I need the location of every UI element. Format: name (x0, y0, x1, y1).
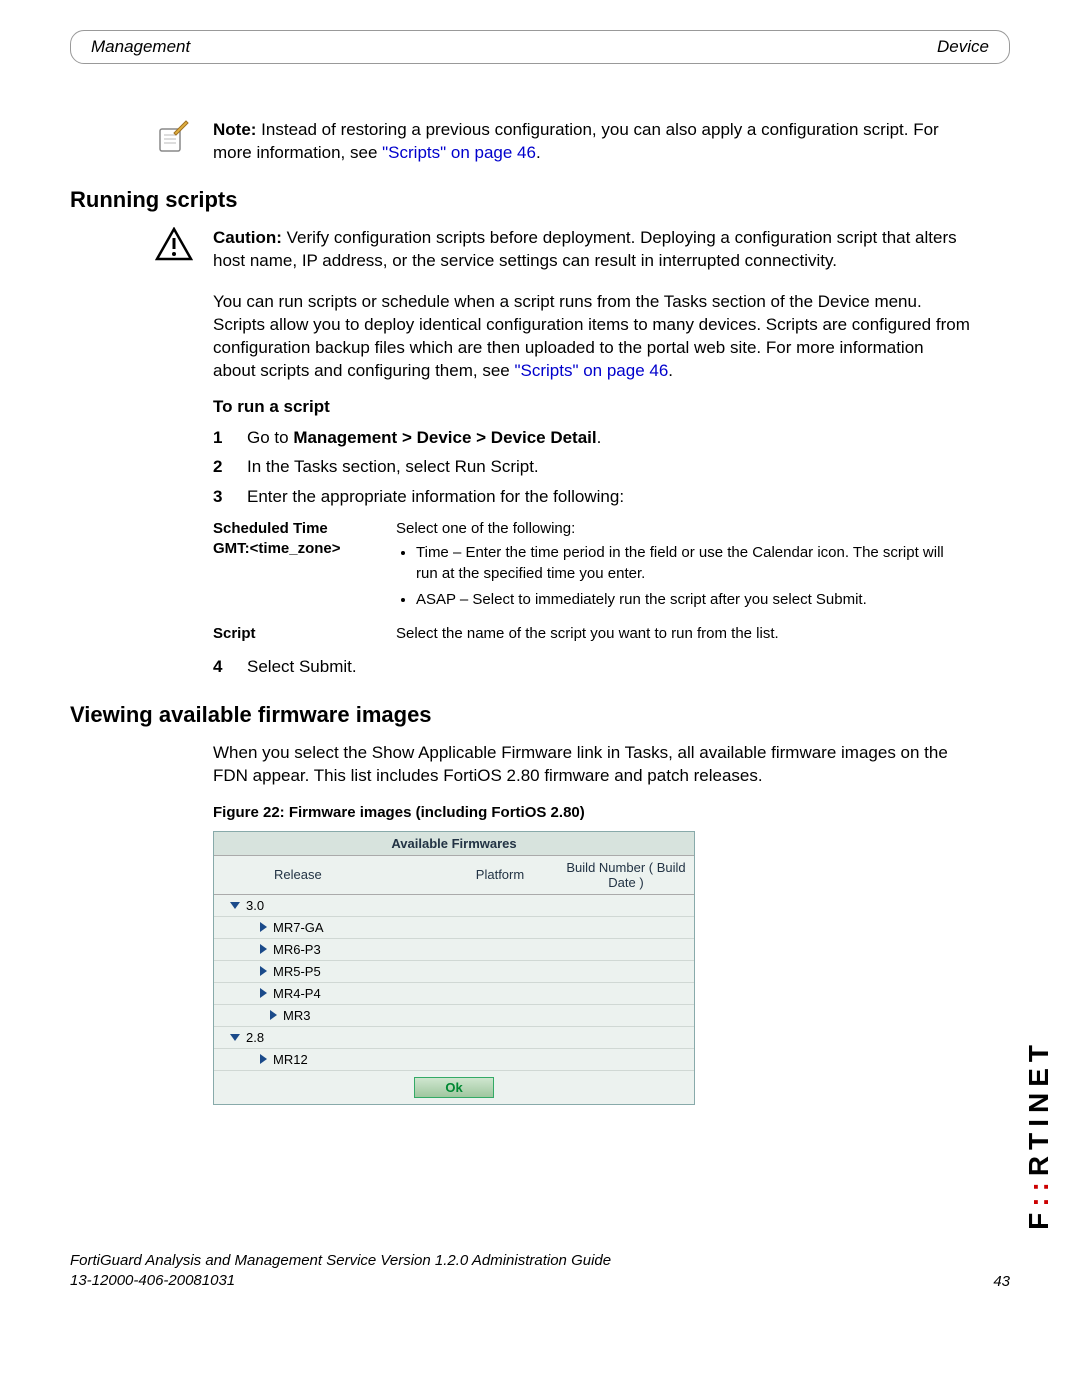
expand-icon[interactable] (270, 1010, 277, 1020)
footer-docid: 13-12000-406-20081031 (70, 1271, 611, 1291)
section-viewing-firmware: Viewing available firmware images (70, 702, 970, 728)
firmware-title: Available Firmwares (214, 832, 694, 856)
field-script-label: Script (213, 620, 396, 648)
table-row: MR12 (214, 1048, 694, 1070)
caution-label: Caution: (213, 228, 282, 247)
table-row: MR4-P4 (214, 982, 694, 1004)
note-block: Note: Instead of restoring a previous co… (155, 119, 970, 165)
header-left: Management (91, 37, 190, 57)
expand-icon[interactable] (260, 1054, 267, 1064)
step-3: Enter the appropriate information for th… (213, 484, 970, 510)
expand-icon[interactable] (230, 1034, 240, 1041)
expand-icon[interactable] (260, 988, 267, 998)
expand-icon[interactable] (260, 966, 267, 976)
table-row: MR3 (214, 1004, 694, 1026)
footer-title: FortiGuard Analysis and Management Servi… (70, 1251, 611, 1271)
caution-icon (155, 227, 193, 261)
table-row: 3.0 (214, 894, 694, 916)
ok-button[interactable]: Ok (414, 1077, 493, 1098)
step-4: Select Submit. (213, 654, 970, 680)
note-label: Note: (213, 120, 256, 139)
note-link[interactable]: "Scripts" on page 46 (382, 143, 536, 162)
col-build: Build Number ( Build Date ) (558, 856, 694, 895)
field-table: Scheduled Time GMT:<time_zone> Select on… (213, 515, 970, 648)
col-platform: Platform (442, 856, 558, 895)
brand-logo: F::RTINET (1023, 1039, 1055, 1230)
scripts-link[interactable]: "Scripts" on page 46 (514, 361, 668, 380)
table-row: MR7-GA (214, 916, 694, 938)
page-footer: FortiGuard Analysis and Management Servi… (70, 1251, 1010, 1290)
header-right: Device (937, 37, 989, 57)
bullet-asap: ASAP – Select to immediately run the scr… (416, 590, 962, 610)
note-icon (156, 119, 192, 155)
firmware-panel: Available Firmwares Release Platform Bui… (213, 831, 695, 1105)
field-script-text: Select the name of the script you want t… (396, 620, 970, 648)
caution-text: Verify configuration scripts before depl… (213, 228, 957, 270)
step-2: In the Tasks section, select Run Script. (213, 454, 970, 480)
field-scheduled-time-label-a: Scheduled Time (213, 520, 328, 537)
steps-list: Go to Management > Device > Device Detai… (213, 425, 970, 510)
expand-icon[interactable] (260, 944, 267, 954)
expand-icon[interactable] (230, 902, 240, 909)
table-row: 2.8 (214, 1026, 694, 1048)
expand-icon[interactable] (260, 922, 267, 932)
page-number: 43 (993, 1273, 1010, 1290)
para-running-scripts: You can run scripts or schedule when a s… (213, 291, 970, 383)
bullet-time: Time – Enter the time period in the fiel… (416, 543, 962, 584)
para-firmware: When you select the Show Applicable Firm… (213, 742, 970, 788)
subhead-to-run-script: To run a script (213, 397, 970, 417)
note-text: Instead of restoring a previous configur… (213, 120, 939, 162)
col-release: Release (214, 856, 442, 895)
figure-caption: Figure 22: Firmware images (including Fo… (213, 804, 970, 821)
page-header: Management Device (70, 30, 1010, 64)
table-row: MR6-P3 (214, 938, 694, 960)
field-scheduled-time-label-b: GMT:<time_zone> (213, 540, 341, 557)
section-running-scripts: Running scripts (70, 187, 970, 213)
caution-block: Caution: Verify configuration scripts be… (155, 227, 970, 273)
table-row: MR5-P5 (214, 960, 694, 982)
step-1: Go to Management > Device > Device Detai… (213, 425, 970, 451)
field-scheduled-time-intro: Select one of the following: (396, 520, 575, 537)
